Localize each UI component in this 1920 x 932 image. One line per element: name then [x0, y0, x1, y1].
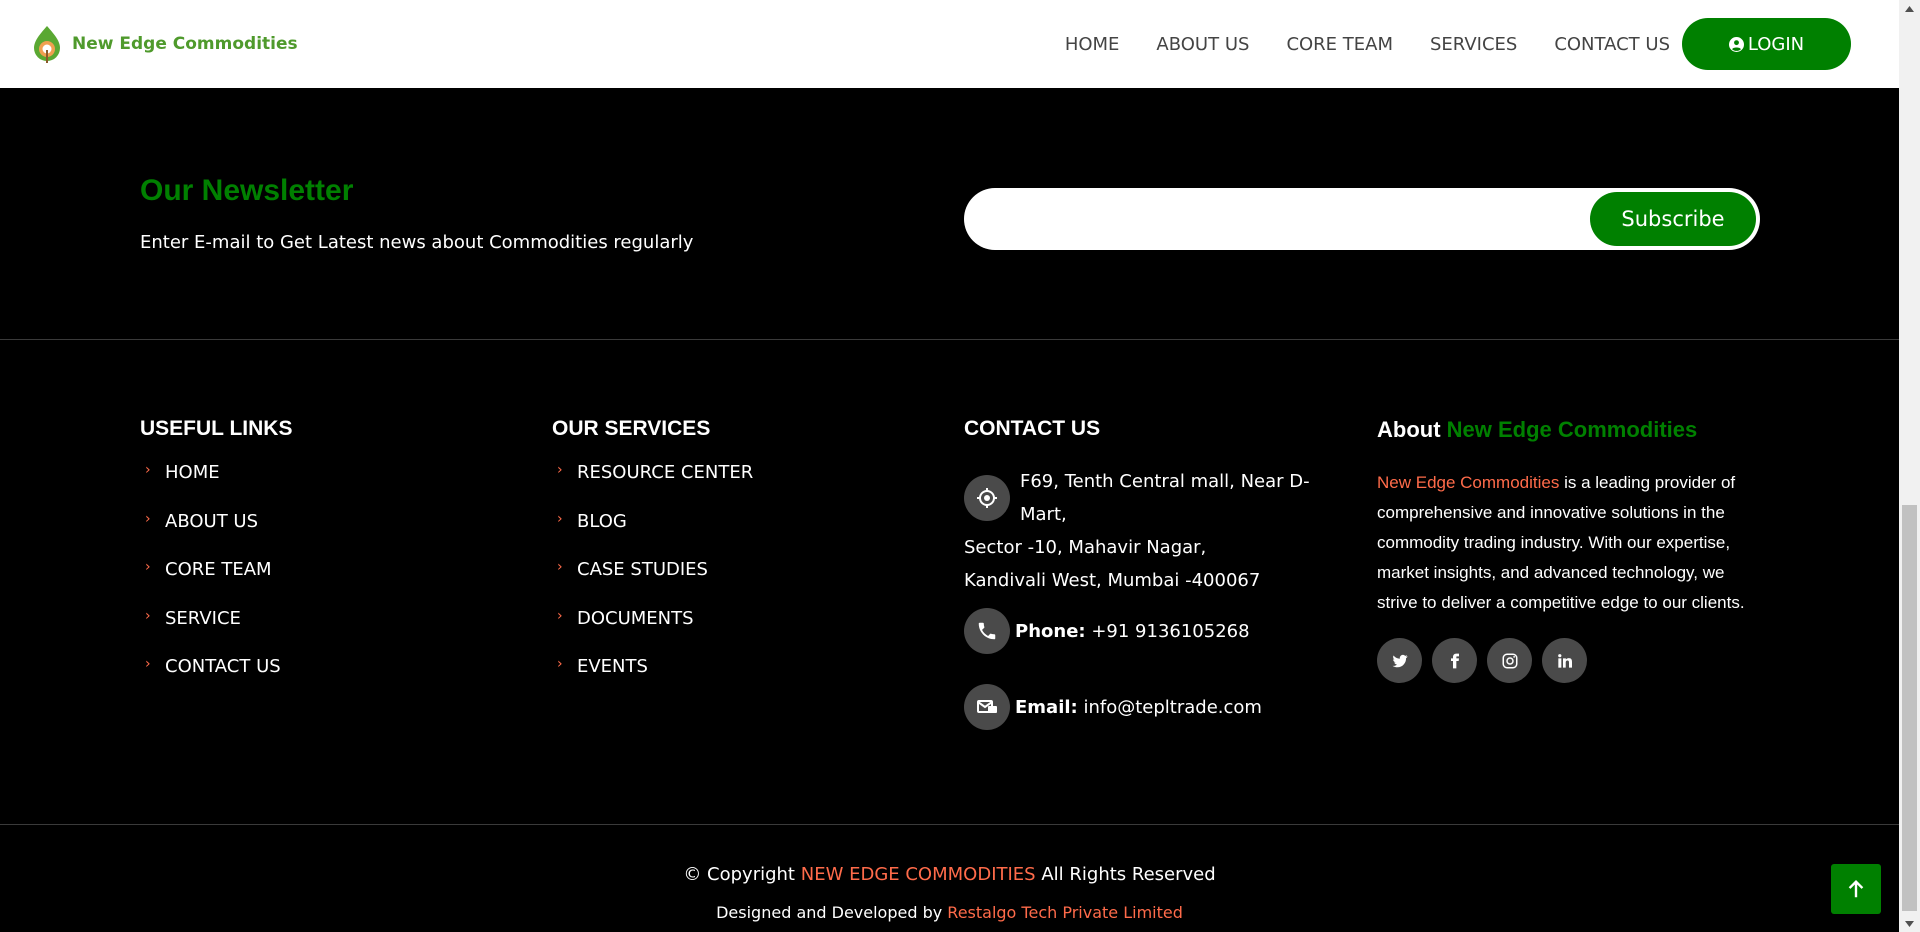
footer-link-contact-us[interactable]: › CONTACT US: [140, 656, 281, 705]
newsletter-form: Subscribe: [964, 188, 1760, 250]
footer-divider: [0, 824, 1899, 825]
facebook-icon[interactable]: [1432, 638, 1477, 683]
our-services-title: OUR SERVICES: [552, 417, 711, 440]
about-title: About New Edge Commodities: [1377, 417, 1697, 443]
our-services-list: › RESOURCE CENTER › BLOG › CASE STUDIES › DO…: [552, 462, 753, 705]
phone-icon: [964, 608, 1010, 654]
footer-link-blog[interactable]: › BLOG: [552, 511, 753, 560]
chevron-right-icon: ›: [557, 462, 563, 478]
chevron-right-icon: ›: [145, 656, 151, 672]
nav-services[interactable]: SERVICES: [1430, 34, 1517, 55]
email-input[interactable]: [988, 200, 1528, 238]
copyright-suffix: All Rights Reserved: [1041, 864, 1216, 885]
social-links: [1377, 638, 1587, 683]
link-label: RESOURCE CENTER: [577, 462, 754, 483]
mail-icon: [964, 684, 1010, 730]
link-label: CONTACT US: [165, 656, 281, 677]
nav-core-team[interactable]: CORE TEAM: [1286, 34, 1393, 55]
about-description: New Edge Commodities is a leading provid…: [1377, 468, 1767, 618]
newsletter-title: Our Newsletter: [140, 174, 354, 207]
scroll-up-arrow-icon[interactable]: [1899, 0, 1920, 17]
address-line-1: F69, Tenth Central mall, Near D-Mart,: [1020, 471, 1310, 525]
link-label: DOCUMENTS: [577, 607, 694, 629]
user-circle-icon: [1728, 36, 1744, 52]
scrollbar-thumb[interactable]: [1902, 505, 1917, 911]
address-line-3: Kandivali West, Mumbai -400067: [964, 570, 1261, 591]
nav-home[interactable]: HOME: [1065, 34, 1120, 55]
email-address: info@tepltrade.com: [1083, 696, 1262, 718]
footer-link-resource-center[interactable]: › RESOURCE CENTER: [552, 462, 753, 511]
main-nav: HOME ABOUT US CORE TEAM SERVICES CONTACT…: [1028, 18, 1851, 70]
designed-prefix: Designed and Developed by: [716, 903, 943, 922]
location-icon: [964, 475, 1010, 521]
link-label: ABOUT US: [165, 510, 259, 532]
chevron-right-icon: ›: [557, 559, 563, 575]
footer-link-events[interactable]: › EVENTS: [552, 656, 753, 705]
scroll-down-arrow-icon[interactable]: [1899, 915, 1920, 932]
useful-links-list: › HOME › ABOUT US › CORE TEAM › SERVICE › CON…: [140, 462, 281, 705]
address-line-2: Sector -10, Mahavir Nagar,: [964, 537, 1207, 558]
link-label: BLOG: [577, 510, 627, 532]
link-label: CORE TEAM: [165, 559, 272, 580]
phone-number: +91 9136105268: [1091, 620, 1250, 642]
login-button[interactable]: LOGIN: [1682, 18, 1851, 70]
chevron-right-icon: ›: [145, 462, 151, 478]
nav-about-us[interactable]: ABOUT US: [1156, 34, 1249, 55]
useful-links-title: USEFUL LINKS: [140, 417, 293, 440]
login-label: LOGIN: [1747, 33, 1805, 55]
link-label: HOME: [165, 462, 220, 483]
chevron-right-icon: ›: [557, 607, 563, 624]
link-label: EVENTS: [577, 656, 648, 677]
about-title-brand: New Edge Commodities: [1446, 417, 1698, 442]
link-label: CASE STUDIES: [577, 559, 708, 580]
brand[interactable]: New Edge Commodities: [32, 24, 298, 64]
arrow-up-icon: [1848, 879, 1864, 898]
chevron-right-icon: ›: [557, 510, 563, 527]
contact-email[interactable]: Email: info@tepltrade.com: [964, 684, 1262, 730]
brand-name: New Edge Commodities: [72, 34, 298, 54]
site-header: New Edge Commodities HOME ABOUT US CORE …: [0, 0, 1899, 88]
twitter-icon[interactable]: [1377, 638, 1422, 683]
chevron-right-icon: ›: [145, 559, 151, 575]
chevron-right-icon: ›: [557, 656, 563, 672]
copyright: © Copyright NEW EDGE COMMODITIES All Rig…: [0, 864, 1899, 885]
instagram-icon[interactable]: [1487, 638, 1532, 683]
about-brand: New Edge Commodities: [1377, 473, 1560, 492]
chevron-right-icon: ›: [145, 607, 151, 624]
footer-link-service[interactable]: › SERVICE: [140, 608, 281, 657]
about-title-prefix: About: [1377, 417, 1441, 442]
contact-address: F69, Tenth Central mall, Near D-Mart, Se…: [964, 465, 1344, 597]
designed-by: Designed and Developed by Restalgo Tech …: [0, 903, 1899, 922]
designer-link[interactable]: Restalgo Tech Private Limited: [947, 903, 1183, 922]
footer-link-documents[interactable]: › DOCUMENTS: [552, 608, 753, 657]
copyright-brand[interactable]: NEW EDGE COMMODITIES: [801, 864, 1036, 885]
footer-link-about-us[interactable]: › ABOUT US: [140, 511, 281, 560]
footer-link-core-team[interactable]: › CORE TEAM: [140, 559, 281, 608]
contact-title: CONTACT US: [964, 417, 1101, 440]
scroll-to-top-button[interactable]: [1831, 864, 1881, 914]
phone-label: Phone:: [1015, 620, 1086, 642]
contact-phone[interactable]: Phone: +91 9136105268: [964, 608, 1250, 654]
logo-icon: [32, 24, 62, 64]
footer-link-home[interactable]: › HOME: [140, 462, 281, 511]
newsletter-section: Our Newsletter Enter E-mail to Get Lates…: [0, 88, 1899, 340]
linkedin-icon[interactable]: [1542, 638, 1587, 683]
newsletter-description: Enter E-mail to Get Latest news about Co…: [140, 232, 694, 253]
nav-contact-us[interactable]: CONTACT US: [1554, 34, 1670, 55]
about-text: is a leading provider of comprehensive a…: [1377, 473, 1745, 612]
chevron-right-icon: ›: [145, 510, 151, 527]
copyright-prefix: © Copyright: [683, 864, 795, 885]
page-scrollbar[interactable]: [1899, 0, 1920, 932]
footer-link-case-studies[interactable]: › CASE STUDIES: [552, 559, 753, 608]
subscribe-button[interactable]: Subscribe: [1590, 192, 1756, 246]
link-label: SERVICE: [165, 607, 241, 629]
email-label: Email:: [1015, 696, 1078, 718]
